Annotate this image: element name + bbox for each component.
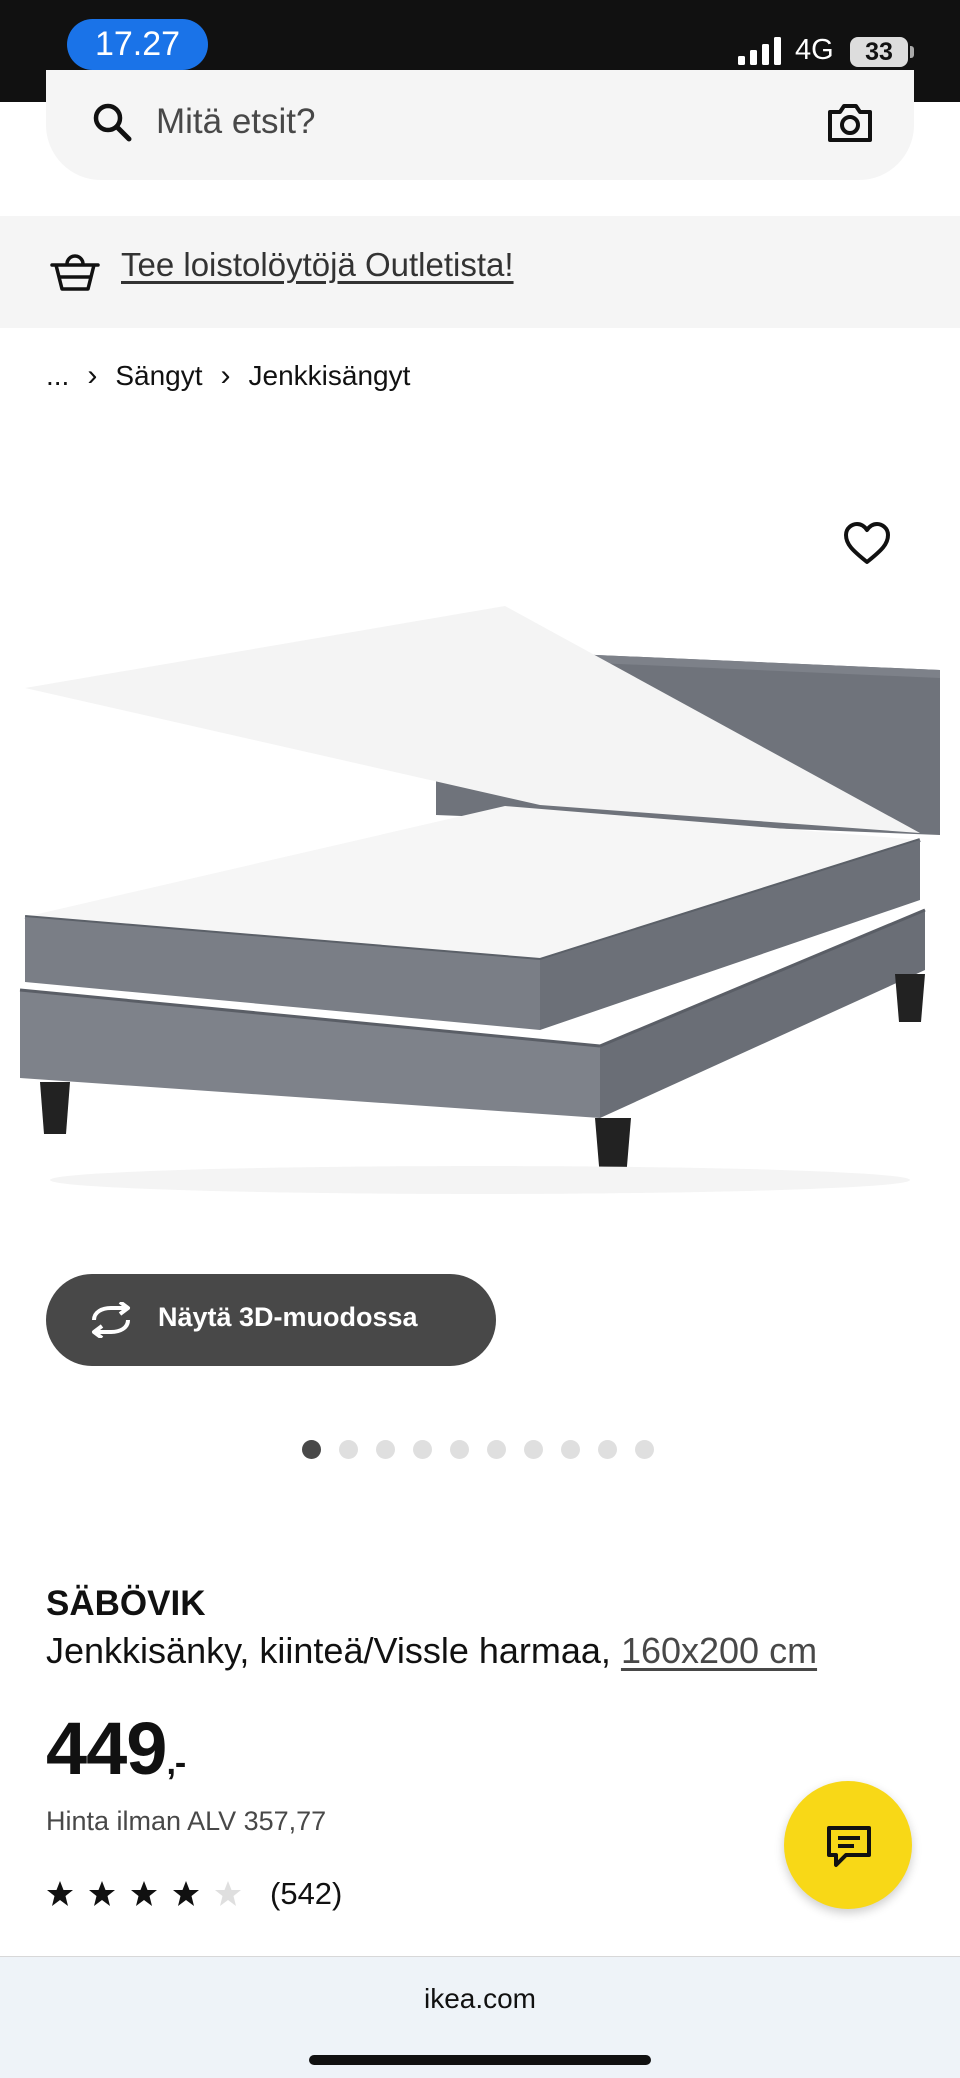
carousel-dot[interactable]: [561, 1440, 580, 1459]
battery-indicator: 33: [850, 37, 908, 67]
heart-icon[interactable]: [844, 522, 890, 566]
basket-icon: [50, 254, 100, 291]
carousel-dot[interactable]: [487, 1440, 506, 1459]
chevron-right-icon: ›: [220, 359, 231, 392]
product-image[interactable]: [0, 470, 960, 1270]
carousel-dot[interactable]: [302, 1440, 321, 1459]
carousel-dot[interactable]: [376, 1440, 395, 1459]
rating[interactable]: (542): [46, 1876, 342, 1912]
star-filled-icon: [47, 1881, 73, 1906]
chevron-right-icon: ›: [87, 359, 98, 392]
view-3d-button[interactable]: Näytä 3D-muodossa: [46, 1274, 496, 1366]
status-time: 17.27: [67, 19, 208, 70]
view-3d-label: Näytä 3D-muodossa: [158, 1302, 418, 1332]
price-without-vat: Hinta ilman ALV 357,77: [46, 1806, 327, 1836]
breadcrumb-ellipsis[interactable]: ...: [46, 360, 69, 392]
product-description: Jenkkisänky, kiinteä/Vissle harmaa, 160x…: [46, 1630, 817, 1672]
signal-icon: [738, 37, 781, 65]
carousel-dot[interactable]: [524, 1440, 543, 1459]
chat-icon: [827, 1826, 871, 1867]
star-empty-icon: [215, 1881, 241, 1906]
search-bar[interactable]: [46, 70, 914, 180]
carousel-dot[interactable]: [598, 1440, 617, 1459]
carousel-dot[interactable]: [635, 1440, 654, 1459]
search-input[interactable]: [156, 100, 756, 144]
outlet-banner[interactable]: Tee loistolöytöjä Outletista!: [0, 216, 960, 328]
url-text[interactable]: ikea.com: [0, 1983, 960, 2015]
chat-button[interactable]: [784, 1781, 912, 1909]
battery-tip: [910, 46, 914, 58]
star-filled-icon: [89, 1881, 115, 1906]
product-description-text: Jenkkisänky, kiinteä/Vissle harmaa,: [46, 1630, 621, 1671]
carousel-dots: [302, 1440, 672, 1460]
camera-icon[interactable]: [826, 100, 874, 144]
network-type: 4G: [795, 34, 834, 66]
star-filled-icon: [173, 1881, 199, 1906]
browser-bar: ikea.com: [0, 1956, 960, 2078]
search-icon: [93, 103, 132, 142]
product-name: SÄBÖVIK: [46, 1584, 206, 1623]
price-value: 449: [46, 1707, 167, 1790]
carousel-dot[interactable]: [450, 1440, 469, 1459]
star-filled-icon: [131, 1881, 157, 1906]
home-indicator[interactable]: [309, 2055, 651, 2065]
breadcrumb-item-sangyt[interactable]: Sängyt: [115, 360, 202, 392]
rating-count: (542): [270, 1876, 343, 1911]
rotate-3d-icon: [92, 1302, 130, 1338]
outlet-link[interactable]: Tee loistolöytöjä Outletista!: [121, 246, 514, 284]
breadcrumb-item-jenkkisangyt[interactable]: Jenkkisängyt: [249, 360, 411, 392]
price-suffix: ,-: [166, 1744, 186, 1782]
breadcrumb: ... › Sängyt › Jenkkisängyt: [46, 356, 410, 396]
carousel-dot[interactable]: [413, 1440, 432, 1459]
product-price: 449,-: [46, 1706, 186, 1791]
carousel-dot[interactable]: [339, 1440, 358, 1459]
size-link[interactable]: 160x200 cm: [621, 1630, 817, 1671]
